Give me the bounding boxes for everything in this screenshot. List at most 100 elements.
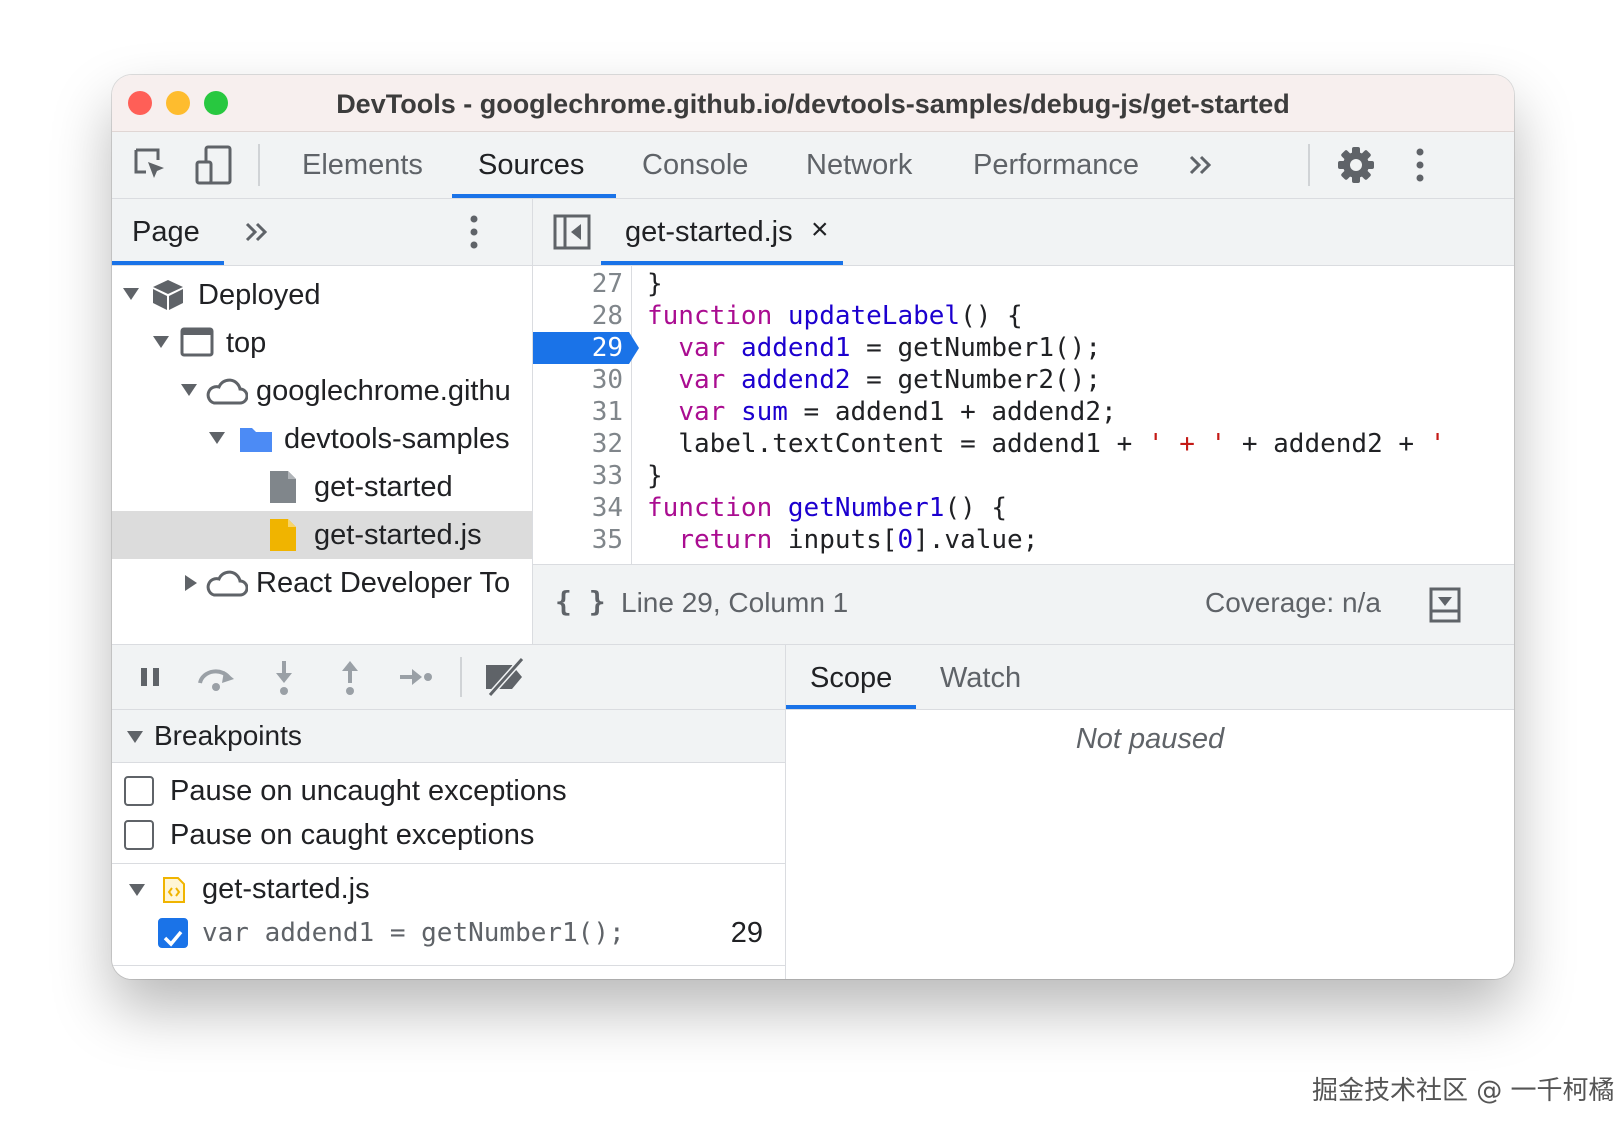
line-number[interactable]: 35 xyxy=(533,524,623,556)
breakpoint-enabled-checkbox[interactable] xyxy=(158,918,188,948)
step-icon[interactable] xyxy=(398,665,434,689)
tree-item-folder[interactable]: devtools-samples xyxy=(112,415,532,463)
code-line[interactable]: 28 function updateLabel() { xyxy=(533,300,1514,332)
tree-item-top[interactable]: top xyxy=(112,319,532,367)
coverage-status: Coverage: n/a xyxy=(1205,587,1381,618)
code-line[interactable]: 30 var addend2 = getNumber2(); xyxy=(533,364,1514,396)
not-paused-message: Not paused xyxy=(1075,723,1225,755)
code-line[interactable]: 33} xyxy=(533,460,1514,492)
pause-uncaught-checkbox[interactable] xyxy=(124,776,154,806)
js-file-icon xyxy=(163,877,185,903)
expand-arrow-down-icon[interactable] xyxy=(180,383,198,397)
tree-item-html-file[interactable]: get-started xyxy=(112,463,532,511)
line-number[interactable]: 32 xyxy=(533,428,623,460)
file-tab-indicator xyxy=(601,261,843,265)
tab-network[interactable]: Network xyxy=(806,132,912,198)
step-out-icon[interactable] xyxy=(338,659,362,697)
main-toolbar: Elements Sources Console Network Perform… xyxy=(112,132,1514,199)
breakpoint-entry-row[interactable]: var addend1 = getNumber1(); 29 xyxy=(112,911,785,955)
pause-caught-checkbox[interactable] xyxy=(124,820,154,850)
document-icon xyxy=(270,471,296,503)
code-text: function updateLabel() { xyxy=(647,301,1023,331)
step-into-icon[interactable] xyxy=(272,659,296,697)
line-number[interactable]: 28 xyxy=(533,300,623,332)
tree-item-label: Deployed xyxy=(198,279,321,311)
toggle-navigator-icon[interactable] xyxy=(553,214,591,250)
close-file-tab-icon[interactable]: × xyxy=(811,199,829,261)
code-text: var addend1 = getNumber1(); xyxy=(678,333,1101,363)
tree-item-extension[interactable]: React Developer To xyxy=(112,559,532,607)
cloud-icon xyxy=(206,378,248,405)
line-number[interactable]: 29 xyxy=(533,332,623,364)
pretty-print-button[interactable]: { } xyxy=(555,585,606,618)
tree-item-label: get-started.js xyxy=(314,519,482,551)
tab-sources[interactable]: Sources xyxy=(478,132,584,198)
pause-uncaught-label: Pause on uncaught exceptions xyxy=(170,775,567,807)
scope-tabs: Scope Watch xyxy=(786,645,1514,710)
pause-icon[interactable] xyxy=(138,665,162,689)
collapse-arrow-icon[interactable] xyxy=(128,883,146,897)
kebab-menu-icon[interactable] xyxy=(1414,146,1426,184)
editor-status-bar: { } Line 29, Column 1 Coverage: n/a xyxy=(533,564,1514,645)
line-number[interactable]: 31 xyxy=(533,396,623,428)
tab-console[interactable]: Console xyxy=(642,132,748,198)
step-over-icon[interactable] xyxy=(194,661,238,693)
scope-watch-pane: Scope Watch Not paused xyxy=(786,644,1514,979)
active-tab-indicator xyxy=(452,194,616,198)
code-text: } xyxy=(647,461,663,491)
tree-item-deployed[interactable]: Deployed xyxy=(112,271,532,319)
code-area[interactable]: 27} 28 function updateLabel() {29 var adde… xyxy=(533,266,1514,564)
code-text: label.textContent = addend1 + ' + ' + ad… xyxy=(647,429,1446,459)
tree-item-js-file[interactable]: get-started.js xyxy=(112,511,532,559)
more-panes-icon[interactable] xyxy=(244,221,270,243)
folder-icon xyxy=(240,428,272,452)
code-text: var sum = addend1 + addend2; xyxy=(678,397,1117,427)
breakpoint-file-row[interactable]: get-started.js xyxy=(112,867,785,911)
code-line[interactable]: 34 function getNumber1() { xyxy=(533,492,1514,524)
debugger-toolbar xyxy=(112,645,785,710)
toggle-drawer-icon[interactable] xyxy=(1429,587,1461,623)
code-line[interactable]: 27} xyxy=(533,268,1514,300)
code-line[interactable]: 35 return inputs[0].value; xyxy=(533,524,1514,556)
pause-uncaught-row[interactable]: Pause on uncaught exceptions xyxy=(112,769,785,813)
pause-caught-row[interactable]: Pause on caught exceptions xyxy=(112,813,785,857)
line-number[interactable]: 27 xyxy=(533,268,623,300)
inspect-element-icon[interactable] xyxy=(132,146,170,184)
tree-item-label: top xyxy=(226,327,267,359)
deactivate-breakpoints-icon[interactable] xyxy=(482,657,530,697)
expand-arrow-down-icon[interactable] xyxy=(122,287,140,301)
tree-item-label: googlechrome.githu xyxy=(256,375,511,407)
file-tab-label[interactable]: get-started.js xyxy=(625,199,793,265)
navigator-menu-icon[interactable] xyxy=(468,213,480,251)
navigator-header: Page xyxy=(112,199,532,266)
tree-item-label: React Developer To xyxy=(256,567,511,599)
debugger-pane: Breakpoints Pause on uncaught exceptions… xyxy=(112,644,786,979)
tree-item-label: devtools-samples xyxy=(284,423,510,455)
tab-watch[interactable]: Watch xyxy=(940,645,1021,711)
breakpoint-file-name: get-started.js xyxy=(202,873,370,905)
breakpoints-title: Breakpoints xyxy=(154,720,302,751)
code-line[interactable]: 32 label.textContent = addend1 + ' + ' +… xyxy=(533,428,1514,460)
window-title: DevTools - googlechrome.github.io/devtoo… xyxy=(336,89,1290,119)
tab-scope[interactable]: Scope xyxy=(810,645,892,711)
devtools-window: DevTools - googlechrome.github.io/devtoo… xyxy=(112,75,1514,979)
expand-arrow-down-icon[interactable] xyxy=(208,431,226,445)
tab-elements[interactable]: Elements xyxy=(302,132,423,198)
code-line[interactable]: 29 var addend1 = getNumber1(); xyxy=(533,332,1514,364)
expand-arrow-right-icon[interactable] xyxy=(184,574,198,592)
divider xyxy=(112,863,785,864)
line-number[interactable]: 30 xyxy=(533,364,623,396)
tree-item-domain[interactable]: googlechrome.githu xyxy=(112,367,532,415)
device-toolbar-icon[interactable] xyxy=(194,144,234,186)
collapse-arrow-icon[interactable] xyxy=(126,730,144,744)
code-line[interactable]: 31 var sum = addend1 + addend2; xyxy=(533,396,1514,428)
line-number[interactable]: 34 xyxy=(533,492,623,524)
cursor-position: Line 29, Column 1 xyxy=(621,587,849,618)
gear-icon[interactable] xyxy=(1336,145,1376,185)
breakpoints-section-header[interactable]: Breakpoints xyxy=(112,710,785,763)
tab-performance[interactable]: Performance xyxy=(973,132,1139,198)
line-number[interactable]: 33 xyxy=(533,460,623,492)
tab-page[interactable]: Page xyxy=(132,199,200,265)
expand-arrow-down-icon[interactable] xyxy=(152,335,170,349)
more-tabs-icon[interactable] xyxy=(1188,154,1214,176)
